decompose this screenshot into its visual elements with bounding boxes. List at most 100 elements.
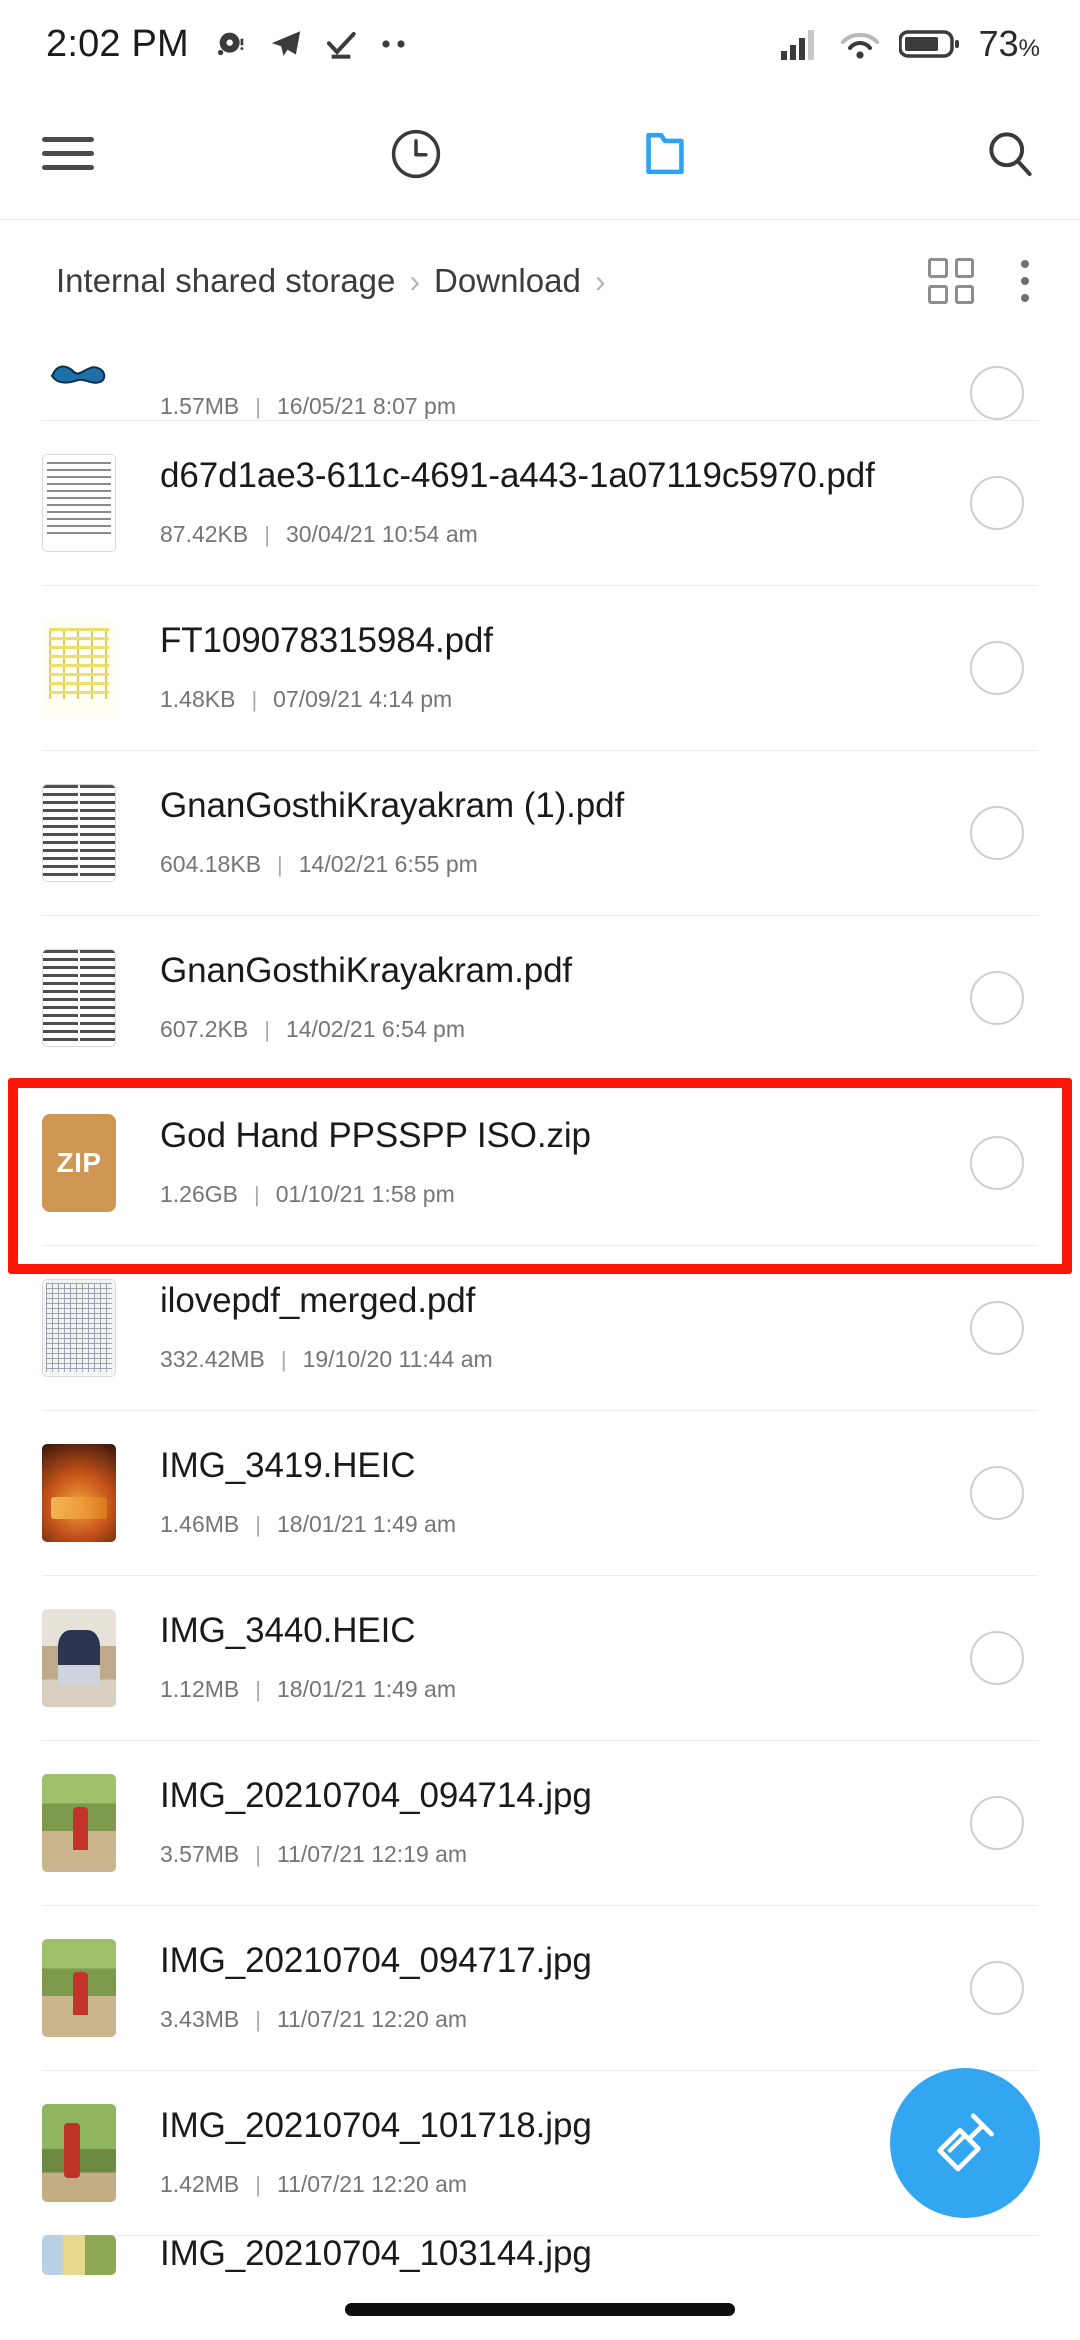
- clean-fab-button[interactable]: [890, 2068, 1040, 2218]
- file-meta: ilovepdf_merged.pdf 332.42MB | 19/10/20 …: [116, 1282, 970, 1374]
- cellular-signal-icon: [779, 27, 821, 61]
- select-radio[interactable]: [970, 475, 1024, 530]
- clock-icon: [388, 126, 444, 182]
- list-item[interactable]: ilovepdf_merged.pdf 332.42MB | 19/10/20 …: [0, 1245, 1080, 1410]
- chevron-right-icon-trailing: ›: [594, 262, 606, 299]
- list-item[interactable]: IMG_20210704_094714.jpg 3.57MB | 11/07/2…: [0, 1740, 1080, 1905]
- list-item[interactable]: d67d1ae3-611c-4691-a443-1a07119c5970.pdf…: [0, 420, 1080, 585]
- file-size: 1.12MB: [160, 1676, 240, 1703]
- file-name: IMG_20210704_094714.jpg: [160, 1776, 592, 1815]
- file-sub: 1.42MB | 11/07/21 12:20 am: [160, 2171, 970, 2198]
- file-name: GnanGosthiKrayakram.pdf: [160, 951, 573, 990]
- list-item[interactable]: FT109078315984.pdf 1.48KB | 07/09/21 4:1…: [0, 585, 1080, 750]
- search-button[interactable]: [789, 88, 1080, 219]
- file-meta: IMG_3440.HEIC 1.12MB | 18/01/21 1:49 am: [116, 1612, 970, 1704]
- file-date: 19/10/20 11:44 am: [302, 1346, 493, 1373]
- file-date: 14/02/21 6:54 pm: [285, 1016, 465, 1043]
- breadcrumb-item-download[interactable]: Download: [434, 262, 581, 300]
- file-sub: 604.18KB | 14/02/21 6:55 pm: [160, 851, 970, 878]
- file-meta: GnanGosthiKrayakram.pdf 607.2KB | 14/02/…: [116, 952, 970, 1044]
- select-radio[interactable]: [970, 640, 1024, 695]
- breadcrumb-bar: Internal shared storage › Download ›: [0, 220, 1080, 342]
- file-sub: 607.2KB | 14/02/21 6:54 pm: [160, 1016, 970, 1043]
- file-list[interactable]: 1.57MB | 16/05/21 8:07 pm d67d1ae3-611c-…: [0, 342, 1080, 2340]
- grid-view-icon[interactable]: [928, 258, 974, 304]
- separator: |: [255, 1676, 261, 1702]
- gesture-navigation-bar[interactable]: [345, 2303, 735, 2316]
- file-thumbnail: [42, 1443, 116, 1542]
- file-name: GnanGosthiKrayakram (1).pdf: [160, 786, 625, 825]
- document-preview: [43, 784, 115, 881]
- file-thumbnail: [42, 2235, 116, 2275]
- paintbrush-clean-icon: [927, 2105, 1003, 2181]
- select-radio[interactable]: [970, 1300, 1024, 1355]
- document-preview: [43, 454, 115, 551]
- list-item[interactable]: GnanGosthiKrayakram.pdf 607.2KB | 14/02/…: [0, 915, 1080, 1080]
- list-item[interactable]: IMG_3419.HEIC 1.46MB | 18/01/21 1:49 am: [0, 1410, 1080, 1575]
- select-radio[interactable]: [970, 1960, 1024, 2015]
- photo-preview: [42, 1773, 116, 1872]
- menu-button[interactable]: [0, 88, 291, 219]
- file-size: 1.57MB: [160, 393, 240, 419]
- file-thumbnail: [42, 453, 116, 552]
- file-meta: IMG_20210704_101718.jpg 1.42MB | 11/07/2…: [116, 2107, 970, 2199]
- file-sub: 1.48KB | 07/09/21 4:14 pm: [160, 686, 970, 713]
- file-meta: 1.57MB | 16/05/21 8:07 pm: [116, 367, 970, 420]
- select-radio[interactable]: [970, 1465, 1024, 1520]
- file-size: 1.46MB: [160, 1511, 240, 1538]
- list-item[interactable]: 1.57MB | 16/05/21 8:07 pm: [0, 342, 1080, 420]
- file-meta: IMG_20210704_094714.jpg 3.57MB | 11/07/2…: [116, 1777, 970, 1869]
- select-radio[interactable]: [970, 805, 1024, 860]
- file-date: 07/09/21 4:14 pm: [273, 686, 453, 713]
- status-bar-right: 73%: [779, 23, 1040, 65]
- tab-files[interactable]: [540, 88, 789, 219]
- file-name: IMG_20210704_103144.jpg: [160, 2235, 592, 2273]
- file-sub: 1.46MB | 18/01/21 1:49 am: [160, 1511, 970, 1538]
- file-meta: GnanGosthiKrayakram (1).pdf 604.18KB | 1…: [116, 787, 970, 879]
- list-item[interactable]: IMG_3440.HEIC 1.12MB | 18/01/21 1:49 am: [0, 1575, 1080, 1740]
- tab-recent[interactable]: [291, 88, 540, 219]
- status-bar: 2:02 PM 73%: [0, 0, 1080, 88]
- file-size: 1.26GB: [160, 1181, 238, 1208]
- select-radio[interactable]: [970, 366, 1024, 420]
- list-item-god-hand-zip[interactable]: ZIP God Hand PPSSPP ISO.zip 1.26GB | 01/…: [0, 1080, 1080, 1245]
- status-time: 2:02 PM: [46, 22, 189, 65]
- breadcrumb-actions: [928, 258, 1040, 304]
- file-size: 1.48KB: [160, 686, 236, 713]
- list-item[interactable]: GnanGosthiKrayakram (1).pdf 604.18KB | 1…: [0, 750, 1080, 915]
- check-icon: [325, 28, 357, 60]
- file-date: 16/05/21 8:07 pm: [276, 393, 457, 419]
- kebab-menu-icon[interactable]: [1020, 260, 1030, 302]
- file-thumbnail: [42, 1278, 116, 1377]
- status-bar-left: 2:02 PM: [46, 23, 779, 66]
- select-radio[interactable]: [970, 1135, 1024, 1190]
- breadcrumb-item-root[interactable]: Internal shared storage: [56, 262, 395, 300]
- file-date: 11/07/21 12:20 am: [276, 2006, 468, 2033]
- file-meta: IMG_3419.HEIC 1.46MB | 18/01/21 1:49 am: [116, 1447, 970, 1539]
- telegram-icon: [269, 27, 303, 61]
- separator: |: [277, 851, 283, 877]
- separator: |: [280, 1346, 287, 1372]
- file-sub: 332.42MB | 19/10/20 11:44 am: [160, 1346, 970, 1373]
- select-radio[interactable]: [970, 970, 1024, 1025]
- file-sub: 1.57MB | 16/05/21 8:07 pm: [160, 393, 970, 420]
- hamburger-menu-icon: [42, 128, 94, 179]
- document-preview: [42, 618, 116, 717]
- more-dots-icon: [379, 38, 413, 50]
- notification-dot-icon: [215, 28, 247, 60]
- select-radio[interactable]: [970, 1795, 1024, 1850]
- file-name: d67d1ae3-611c-4691-a443-1a07119c5970.pdf: [160, 456, 875, 495]
- select-radio[interactable]: [970, 1630, 1024, 1685]
- file-size: 3.43MB: [160, 2006, 240, 2033]
- file-name: FT109078315984.pdf: [160, 621, 493, 660]
- separator: |: [255, 1841, 261, 1867]
- photo-preview: [42, 2103, 116, 2202]
- file-thumbnail: [42, 1608, 116, 1707]
- file-meta: IMG_20210704_094717.jpg 3.43MB | 11/07/2…: [116, 1942, 970, 2034]
- battery-percent: 73%: [978, 23, 1040, 64]
- file-sub: 3.57MB | 11/07/21 12:19 am: [160, 1841, 970, 1868]
- file-meta: IMG_20210704_103144.jpg: [116, 2235, 1024, 2274]
- file-thumbnail: [42, 618, 116, 717]
- list-item[interactable]: IMG_20210704_094717.jpg 3.43MB | 11/07/2…: [0, 1905, 1080, 2070]
- photo-preview: [42, 2235, 116, 2275]
